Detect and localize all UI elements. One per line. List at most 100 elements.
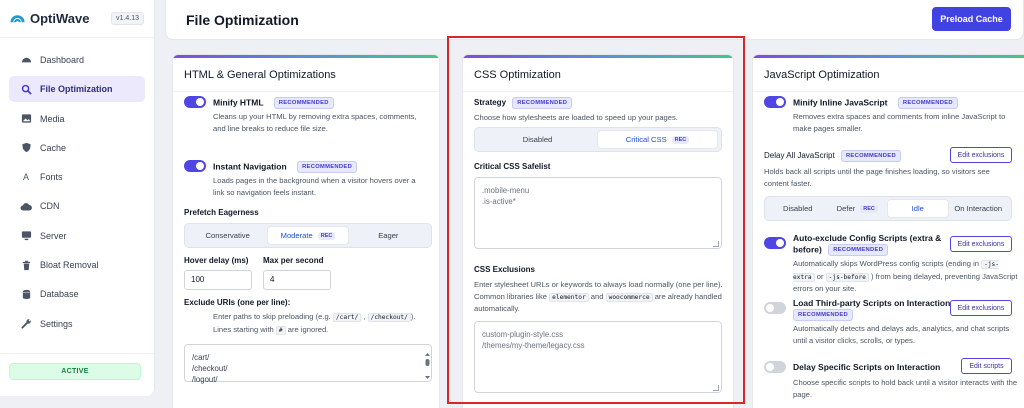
wrench-icon <box>20 318 32 330</box>
safelist-label: Critical CSS Safelist <box>474 162 551 171</box>
divider <box>173 91 439 92</box>
auto-exclude-config-toggle[interactable] <box>764 237 786 249</box>
hover-delay-label: Hover delay (ms) <box>184 256 249 265</box>
option-description: Loads pages in the background when a vis… <box>213 176 416 197</box>
prefetch-label: Prefetch Eagerness <box>184 208 259 217</box>
recommended-badge: RECOMMENDED <box>897 97 958 109</box>
strategy-option-critical-css[interactable]: Critical CSS REC <box>597 130 718 149</box>
strategy-option-disabled[interactable]: Disabled <box>478 130 597 149</box>
version-badge: v1.4.13 <box>111 12 144 25</box>
third-party-scripts-toggle[interactable] <box>764 302 786 314</box>
sidebar-item-database[interactable]: Database <box>9 281 145 307</box>
sidebar-item-file-optimization[interactable]: File Optimization <box>9 76 145 103</box>
option-title: Delay Specific Scripts on Interaction <box>793 362 941 372</box>
option-description: Automatically skips WordPress config scr… <box>793 259 1018 293</box>
prefetch-option-eager[interactable]: Eager <box>349 226 428 245</box>
card-title: HTML & General Optimizations <box>184 69 336 81</box>
divider <box>463 91 733 92</box>
code-snippet: # <box>275 325 286 335</box>
preload-cache-button[interactable]: Preload Cache <box>932 7 1011 31</box>
specific-scripts-toggle[interactable] <box>764 361 786 373</box>
rec-badge: REC <box>317 231 336 240</box>
hover-delay-input[interactable]: 100 <box>184 270 252 290</box>
search-icon <box>20 83 32 95</box>
resize-handle[interactable] <box>713 241 719 247</box>
sidebar-item-media[interactable]: Media <box>9 106 145 132</box>
instant-navigation-toggle[interactable] <box>184 160 206 172</box>
sidebar-item-cdn[interactable]: CDN <box>9 193 145 219</box>
option-description: Automatically detects and delays ads, an… <box>793 324 1010 345</box>
delay-all-js-label: Delay All JavaScript RECOMMENDED <box>764 150 901 162</box>
sidebar-item-label: CDN <box>40 201 60 212</box>
edit-exclusions-button[interactable]: Edit exclusions <box>950 236 1012 252</box>
edit-scripts-button[interactable]: Edit scripts <box>961 358 1012 374</box>
option-description: Removes extra spaces and comments from i… <box>793 112 1006 133</box>
recommended-badge: RECOMMENDED <box>273 97 334 109</box>
option-title: Load Third-party Scripts on Interaction <box>793 298 951 308</box>
code-snippet: /cart/ <box>332 313 362 322</box>
delay-option-on-interaction[interactable]: On Interaction <box>949 199 1009 218</box>
recommended-badge: RECOMMENDED <box>793 309 853 321</box>
minify-html-toggle[interactable] <box>184 96 206 108</box>
card-title: JavaScript Optimization <box>764 69 880 81</box>
exclude-uris-description: Enter paths to skip preloading (e.g. /ca… <box>213 312 416 335</box>
dashboard-icon <box>20 54 32 66</box>
sidebar-item-server[interactable]: Server <box>9 223 145 249</box>
code-snippet: woocommerce <box>605 292 653 302</box>
delay-all-js-description: Holds back all scripts until the page fi… <box>764 167 990 188</box>
option-title: Minify Inline JavaScript RECOMMENDED <box>793 97 958 109</box>
recommended-badge: RECOMMENDED <box>840 150 901 162</box>
sidebar-item-label: Server <box>40 230 67 241</box>
prefetch-option-conservative[interactable]: Conservative <box>188 226 267 245</box>
sidebar: OptiWave v1.4.13 Dashboard File Optimiza… <box>0 0 155 396</box>
exclude-uris-textarea[interactable]: /cart/ /checkout/ /logout/ <box>184 344 432 384</box>
exclude-uris-label: Exclude URIs (one per line): <box>184 298 291 307</box>
sidebar-item-label: Database <box>40 289 79 300</box>
code-snippet: /checkout/ <box>367 313 411 322</box>
textarea-scrollbar[interactable] <box>424 352 431 380</box>
image-icon <box>20 113 32 125</box>
cloud-icon <box>20 200 32 212</box>
recommended-badge: RECOMMENDED <box>297 161 358 173</box>
delay-option-idle[interactable]: Idle <box>887 199 949 218</box>
trash-icon <box>20 259 32 271</box>
strategy-selector: Disabled Critical CSS REC <box>474 127 722 152</box>
option-title: before) RECOMMENDED <box>793 244 889 256</box>
font-icon: A <box>22 172 29 183</box>
max-per-second-input[interactable]: 4 <box>263 270 331 290</box>
sidebar-item-settings[interactable]: Settings <box>9 311 145 337</box>
edit-exclusions-button[interactable]: Edit exclusions <box>950 300 1012 316</box>
strategy-description: Choose how stylesheets are loaded to spe… <box>474 113 678 122</box>
sidebar-item-dashboard[interactable]: Dashboard <box>9 47 145 73</box>
status-badge: ACTIVE <box>9 363 141 380</box>
delay-option-disabled[interactable]: Disabled <box>768 199 828 218</box>
sidebar-item-label: Settings <box>40 318 73 329</box>
logo-icon <box>10 15 25 23</box>
monitor-icon <box>20 230 32 242</box>
delay-option-defer[interactable]: Defer REC <box>828 199 888 218</box>
option-description: Choose specific scripts to hold back unt… <box>793 378 1018 399</box>
page-title: File Optimization <box>186 11 299 28</box>
javascript-optimization-card: JavaScript Optimization Minify Inline Ja… <box>752 54 1024 408</box>
resize-handle[interactable] <box>713 385 719 391</box>
sidebar-item-bloat-removal[interactable]: Bloat Removal <box>9 252 145 278</box>
sidebar-item-cache[interactable]: Cache <box>9 135 145 161</box>
minify-inline-js-toggle[interactable] <box>764 96 786 108</box>
css-optimization-card: CSS Optimization Strategy RECOMMENDED Ch… <box>462 54 734 408</box>
sidebar-nav: Dashboard File Optimization Media Cache … <box>0 38 154 337</box>
code-snippet: elementor <box>549 292 589 302</box>
safelist-textarea[interactable]: .mobile-menu .is-active* <box>474 177 722 249</box>
exclusions-textarea[interactable]: custom-plugin-style.css /themes/my-theme… <box>474 321 722 393</box>
sidebar-item-fonts[interactable]: A Fonts <box>9 164 145 190</box>
strategy-label: Strategy RECOMMENDED <box>474 97 573 109</box>
shield-icon <box>20 142 32 154</box>
recommended-badge: RECOMMENDED <box>828 244 889 256</box>
divider <box>0 353 154 354</box>
divider <box>753 91 1024 92</box>
delay-mode-selector: Disabled Defer REC Idle On Interaction <box>764 196 1012 221</box>
sidebar-item-label: Cache <box>40 142 67 153</box>
option-title: Instant Navigation RECOMMENDED <box>213 161 358 173</box>
edit-exclusions-button[interactable]: Edit exclusions <box>950 147 1012 163</box>
exclusions-description: Enter stylesheet URLs or keywords to alw… <box>474 280 723 313</box>
prefetch-option-moderate[interactable]: Moderate REC <box>267 226 349 245</box>
